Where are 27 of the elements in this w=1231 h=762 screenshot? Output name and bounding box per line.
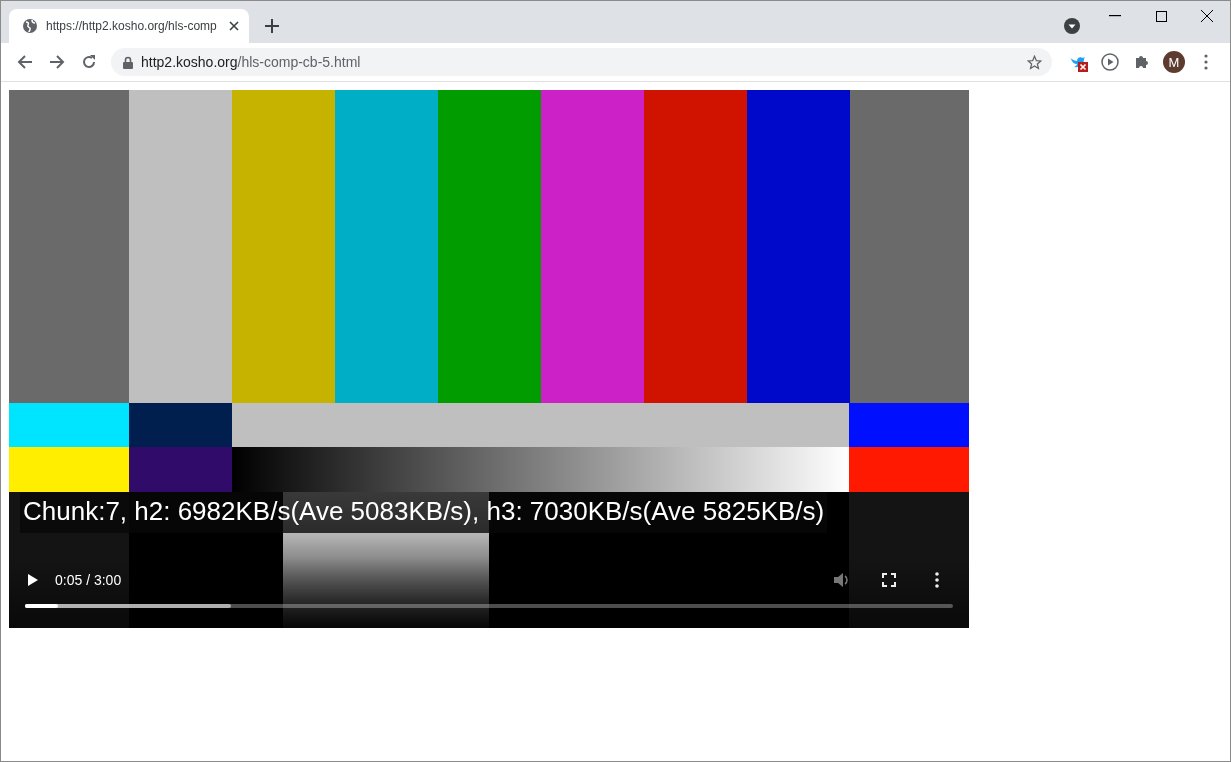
time-display: 0:05 / 3:00: [55, 572, 122, 588]
globe-icon: [22, 18, 38, 34]
puzzle-icon[interactable]: [1134, 54, 1150, 70]
tab-title: https://http2.kosho.org/hls-comp: [46, 19, 218, 33]
video-caption: Chunk:7, h2: 6982KB/s(Ave 5083KB/s), h3: 7030KB/s(Ave 5825KB/s): [20, 492, 828, 533]
url-text: http2.kosho.org/hls-comp-cb-5.html: [141, 54, 362, 70]
browser-tab[interactable]: https://http2.kosho.org/hls-comp: [9, 9, 249, 43]
play-icon[interactable]: [27, 573, 39, 587]
close-icon[interactable]: [229, 21, 239, 31]
star-icon[interactable]: [1027, 54, 1042, 70]
profile-avatar[interactable]: M: [1163, 51, 1185, 73]
lock-icon: [123, 55, 133, 69]
progress-slider[interactable]: [25, 604, 953, 608]
more-options-icon[interactable]: [935, 572, 939, 588]
address-bar[interactable]: http2.kosho.org/hls-comp-cb-5.html: [111, 48, 1052, 76]
tab-search-icon[interactable]: [1064, 18, 1080, 34]
menu-icon[interactable]: [1204, 54, 1208, 70]
reload-icon[interactable]: [81, 54, 97, 70]
new-tab-icon[interactable]: [265, 19, 279, 33]
fullscreen-icon[interactable]: [882, 573, 896, 587]
minimize-icon[interactable]: [1109, 15, 1121, 17]
maximize-icon[interactable]: [1155, 10, 1167, 22]
forward-icon[interactable]: [49, 54, 65, 70]
back-icon[interactable]: [17, 54, 33, 70]
volume-icon[interactable]: [833, 572, 849, 588]
close-icon[interactable]: [1201, 10, 1213, 22]
play-circle-icon[interactable]: [1101, 53, 1119, 71]
